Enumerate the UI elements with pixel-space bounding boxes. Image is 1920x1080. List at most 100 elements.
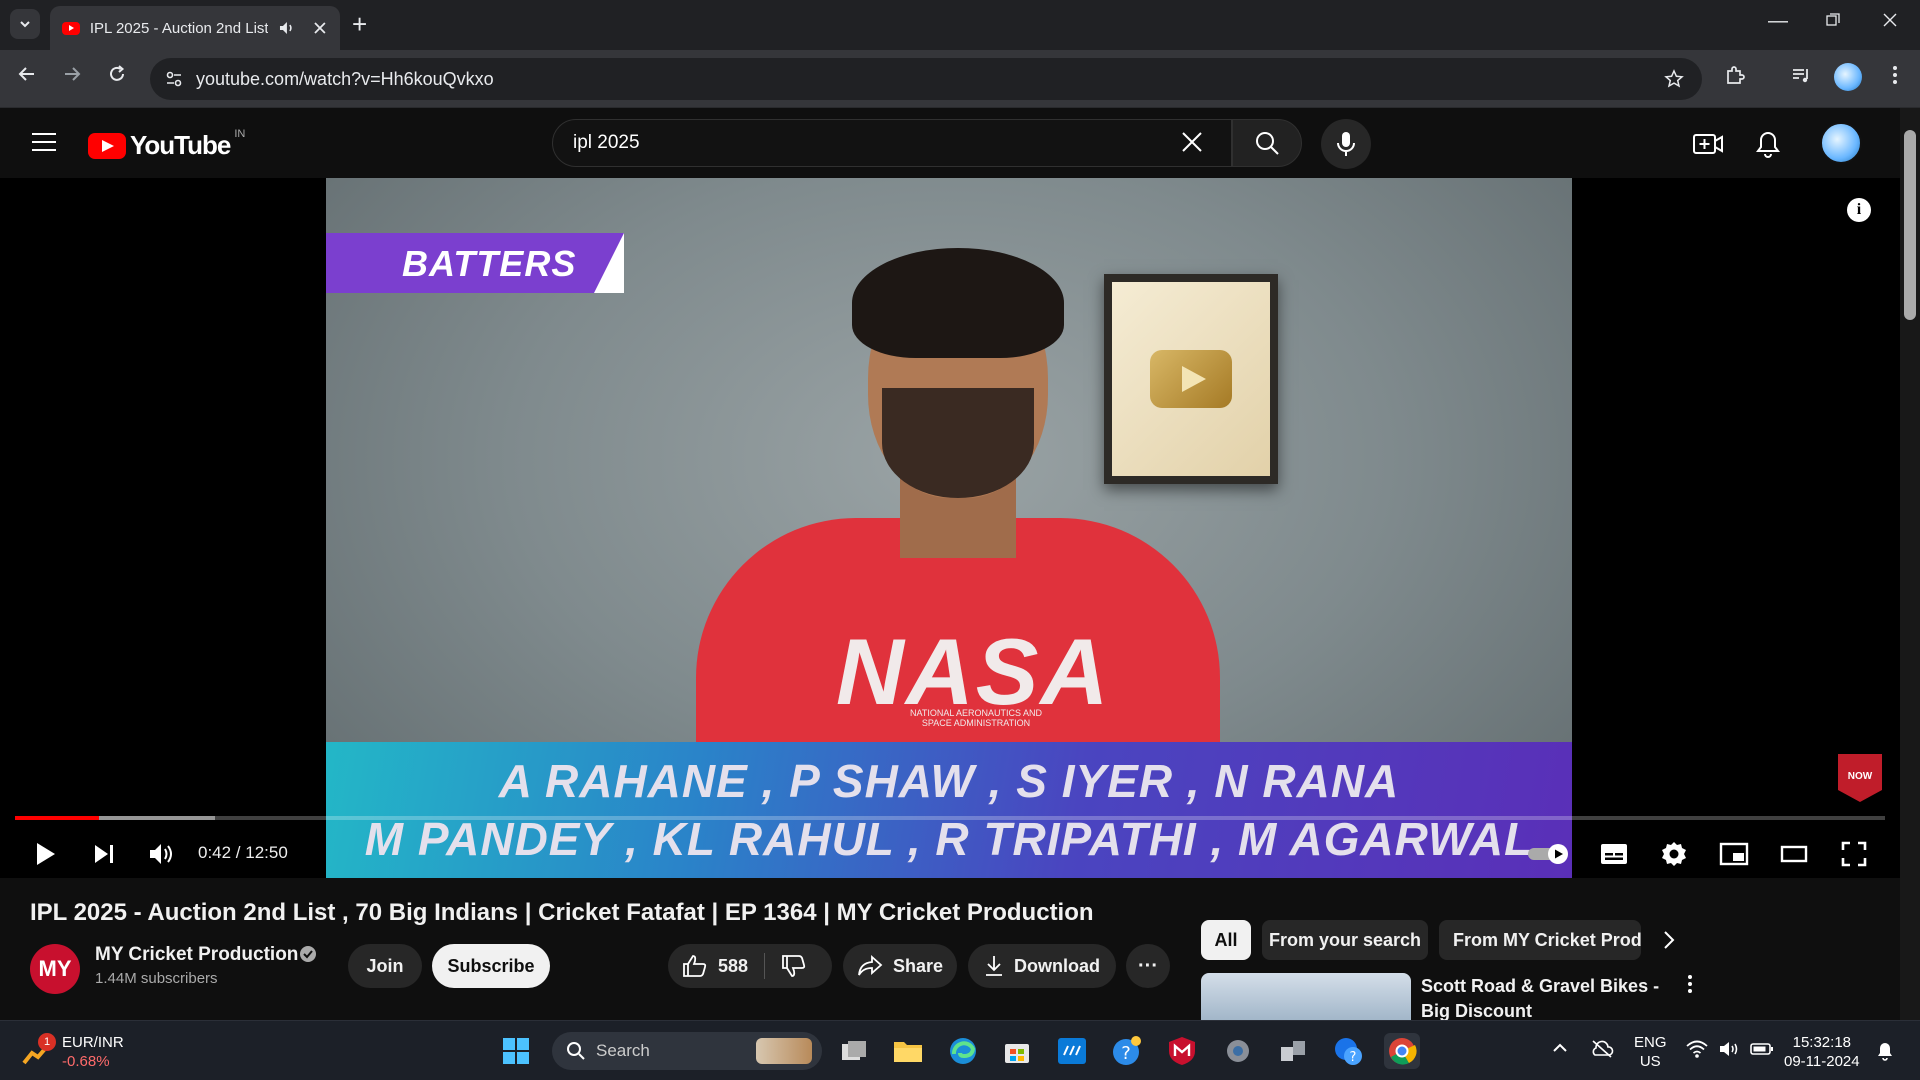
batters-label: BATTERS: [402, 243, 577, 284]
ticker-change: -0.68%: [62, 1053, 110, 1070]
recommendation-thumbnail[interactable]: [1201, 973, 1411, 1023]
more-actions-button[interactable]: ···: [1126, 944, 1170, 988]
thumbs-down-icon: [782, 955, 806, 977]
taskbar-edge[interactable]: [945, 1033, 981, 1069]
theater-mode-button[interactable]: [1776, 834, 1812, 874]
search-icon: [567, 1042, 585, 1060]
search-box[interactable]: [552, 119, 1232, 167]
search-input[interactable]: [573, 132, 1133, 154]
start-button[interactable]: [498, 1033, 534, 1069]
recommendation-title[interactable]: Scott Road & Gravel Bikes -Big Discount: [1421, 974, 1671, 1024]
info-icon[interactable]: i: [1847, 198, 1871, 222]
notification-center-button[interactable]: [1876, 1041, 1894, 1066]
forward-button[interactable]: [57, 64, 87, 90]
shirt-logo-subtext: NATIONAL AERONAUTICS AND SPACE ADMINISTR…: [909, 708, 1043, 728]
guide-menu-button[interactable]: [32, 133, 56, 151]
chip-from-your-search[interactable]: From your search: [1262, 920, 1428, 960]
close-icon: [1182, 132, 1202, 152]
hamburger-icon-line: [32, 133, 56, 135]
subscribe-button[interactable]: Subscribe: [432, 944, 550, 988]
channel-name[interactable]: MY Cricket Production: [95, 944, 298, 966]
create-button[interactable]: [1692, 128, 1724, 160]
media-controls-button[interactable]: [1786, 64, 1816, 94]
player-names-line-1: A RAHANE , P SHAW , S IYER , N RANA: [498, 755, 1400, 807]
site-settings-icon[interactable]: [164, 69, 184, 89]
speaker-icon[interactable]: [278, 19, 296, 37]
gear-icon: [1662, 842, 1686, 866]
presenter-beard: [882, 388, 1034, 498]
restore-button[interactable]: [1813, 10, 1853, 33]
dislike-button[interactable]: [781, 954, 807, 978]
play-button[interactable]: [28, 834, 64, 874]
address-bar[interactable]: youtube.com/watch?v=Hh6kouQvkxo: [150, 58, 1702, 100]
scrollbar-thumb[interactable]: [1904, 130, 1916, 320]
chrome-menu-button[interactable]: [1880, 64, 1910, 94]
bookmark-star-icon[interactable]: [1664, 69, 1684, 89]
minimize-button[interactable]: —: [1758, 10, 1798, 33]
back-button[interactable]: [12, 64, 42, 90]
channel-avatar[interactable]: MY: [30, 944, 80, 994]
mute-button[interactable]: [144, 834, 180, 874]
chip-all[interactable]: All: [1201, 920, 1251, 960]
close-window-button[interactable]: [1870, 10, 1910, 33]
account-avatar[interactable]: [1820, 122, 1862, 164]
miniplayer-button[interactable]: [1716, 834, 1752, 874]
taskbar-task-view[interactable]: [836, 1033, 872, 1069]
taskbar-myhp[interactable]: [1054, 1033, 1090, 1069]
recommendation-menu-button[interactable]: [1680, 974, 1700, 1000]
voice-search-button[interactable]: [1321, 119, 1371, 169]
system-clock[interactable]: 15:32:18 09-11-2024: [1784, 1033, 1860, 1071]
video-frame[interactable]: BATTERS NASA NATIONAL AERONAUTICS AND SP…: [326, 178, 1572, 878]
onedrive-tray-icon[interactable]: [1590, 1039, 1614, 1064]
bell-icon: [1756, 131, 1780, 158]
video-player[interactable]: BATTERS NASA NATIONAL AERONAUTICS AND SP…: [0, 178, 1900, 878]
chips-next-button[interactable]: [1660, 928, 1678, 957]
page-scrollbar[interactable]: [1900, 108, 1920, 1020]
close-icon: [1883, 13, 1897, 27]
chip-from-channel[interactable]: From MY Cricket Production: [1439, 920, 1641, 960]
cloud-off-icon: [1592, 1040, 1614, 1058]
new-tab-button[interactable]: +: [352, 11, 367, 37]
play-button-award-icon: [1150, 350, 1232, 408]
like-button[interactable]: 588: [682, 954, 748, 978]
browser-tab[interactable]: IPL 2025 - Auction 2nd List: [50, 6, 340, 50]
subtitles-button[interactable]: [1596, 834, 1632, 874]
autoplay-toggle[interactable]: [1526, 834, 1572, 874]
download-label: Download: [1014, 955, 1100, 976]
progress-bar[interactable]: [15, 816, 1885, 820]
tray-overflow-button[interactable]: [1552, 1041, 1568, 1060]
myhp-app-icon: [1058, 1038, 1086, 1064]
reload-button[interactable]: [102, 64, 132, 90]
restore-icon: [1826, 13, 1840, 26]
taskbar-help[interactable]: ?: [1109, 1033, 1145, 1069]
share-button[interactable]: Share: [843, 944, 957, 988]
quick-settings-button[interactable]: [1686, 1039, 1774, 1059]
taskbar-search[interactable]: Search: [552, 1032, 822, 1070]
taskbar-store[interactable]: [999, 1033, 1035, 1069]
notifications-button[interactable]: [1752, 128, 1784, 160]
taskbar-mcafee[interactable]: [1164, 1033, 1200, 1069]
settings-button[interactable]: [1656, 834, 1692, 874]
clear-search-button[interactable]: [1180, 130, 1204, 158]
download-button[interactable]: Download: [968, 944, 1116, 988]
language-indicator[interactable]: ENG US: [1634, 1033, 1667, 1071]
fullscreen-button[interactable]: [1836, 834, 1872, 874]
search-button[interactable]: [1232, 119, 1302, 167]
taskbar-file-explorer[interactable]: [890, 1033, 926, 1069]
ticker-name: EUR/INR: [62, 1034, 124, 1051]
taskbar-chrome[interactable]: [1384, 1033, 1420, 1069]
extensions-button[interactable]: [1720, 64, 1750, 94]
youtube-logo[interactable]: YouTube IN: [88, 128, 245, 161]
keyboard-layout: US: [1639, 1053, 1661, 1070]
close-tab-icon[interactable]: [312, 20, 328, 36]
tab-search-button[interactable]: [10, 9, 40, 39]
taskbar-get-help[interactable]: ?: [1330, 1033, 1366, 1069]
ticker-widget[interactable]: 1 EUR/INR -0.68%: [22, 1033, 124, 1071]
play-icon: [37, 843, 55, 865]
subscribe-watermark[interactable]: NOW: [1838, 754, 1882, 802]
join-button[interactable]: Join: [348, 944, 422, 988]
next-button[interactable]: [86, 834, 122, 874]
profile-avatar-button[interactable]: [1833, 62, 1863, 92]
taskbar-network-tool[interactable]: [1275, 1033, 1311, 1069]
taskbar-settings[interactable]: [1220, 1033, 1256, 1069]
